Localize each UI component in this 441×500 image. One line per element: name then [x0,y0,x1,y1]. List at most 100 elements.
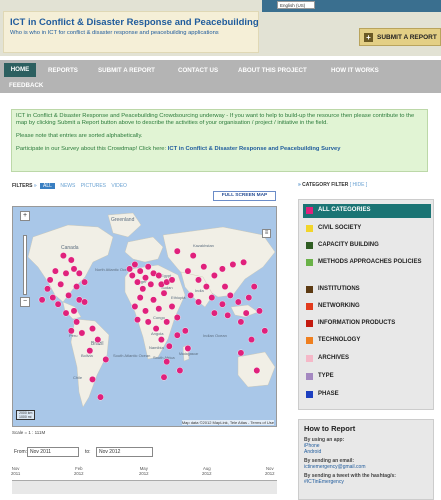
map-marker[interactable] [57,280,65,288]
nav-contact-us[interactable]: CONTACT US [178,67,218,74]
category-phase[interactable]: PHASE [303,388,431,402]
category-type[interactable]: TYPE [303,370,431,384]
map-marker[interactable] [173,314,181,321]
map-marker[interactable] [226,292,234,299]
map-marker[interactable] [38,296,46,304]
nav-submit-report[interactable]: SUBMIT A REPORT [98,67,155,74]
map-marker[interactable] [67,256,75,264]
map-marker[interactable] [229,261,237,268]
category-all-categories[interactable]: ALL CATEGORIES [303,204,431,218]
map-marker[interactable] [200,263,208,271]
map-marker[interactable] [94,336,102,344]
map-marker[interactable] [81,298,89,306]
survey-link[interactable]: ICT in Conflict & Disaster Response and … [168,146,341,152]
nav-reports[interactable]: REPORTS [48,67,78,74]
map-marker[interactable] [173,331,181,339]
filter-all[interactable]: ALL [40,183,55,189]
map-marker[interactable] [253,367,261,374]
map-marker[interactable] [157,336,165,344]
map-marker[interactable] [237,318,245,326]
zoom-out-button[interactable]: − [20,297,30,307]
nav-about-project[interactable]: ABOUT THIS PROJECT [238,67,307,74]
map-marker[interactable] [184,267,192,275]
map-marker[interactable] [52,267,59,275]
nav-feedback[interactable]: FEEDBACK [9,82,43,89]
map-marker[interactable] [163,358,171,366]
map-marker[interactable] [242,309,250,317]
android-link[interactable]: Android [304,449,428,455]
map-marker[interactable] [168,276,176,284]
map-marker[interactable] [245,294,253,302]
map-marker[interactable] [147,280,155,288]
map-marker[interactable] [44,285,51,293]
filter-video[interactable]: VIDEO [111,183,127,189]
category-networking[interactable]: NETWORKING [303,300,431,314]
layer-switcher-icon[interactable]: ≡ [262,229,271,238]
category-hide-toggle[interactable]: [ HIDE ] [350,182,368,188]
map-marker[interactable] [139,285,147,293]
map-marker[interactable] [128,272,136,279]
map-marker[interactable] [89,375,96,383]
map-marker[interactable] [184,344,192,352]
map-marker[interactable] [165,342,173,350]
world-map[interactable]: Greenland Canada North Atlantic Ocean Br… [12,206,277,427]
map-marker[interactable] [240,258,248,266]
map-marker[interactable] [173,247,181,255]
map-marker[interactable] [224,311,232,319]
map-marker[interactable] [181,327,189,335]
language-select[interactable]: English (US) [277,1,315,9]
map-marker[interactable] [189,252,197,259]
filter-news[interactable]: NEWS [60,183,75,189]
map-marker[interactable] [163,318,171,326]
map-marker[interactable] [152,325,160,333]
map-marker[interactable] [168,303,176,310]
map-marker[interactable] [136,267,144,275]
map-marker[interactable] [70,265,78,273]
map-marker[interactable] [65,292,72,299]
map-marker[interactable] [134,316,141,324]
map-marker[interactable] [176,367,184,374]
map-marker[interactable] [237,349,245,357]
map-marker[interactable] [70,307,78,315]
category-capacity-building[interactable]: CAPACITY BUILDING [303,239,431,253]
map-marker[interactable] [187,292,195,299]
timeline[interactable]: Nov 2011 Feb 2012 May 2012 Aug 2012 Nov 2012 [11,462,277,500]
map-marker[interactable] [60,252,67,259]
map-marker[interactable] [155,272,163,279]
map-marker[interactable] [210,272,218,279]
map-marker[interactable] [202,283,210,291]
map-marker[interactable] [46,276,54,284]
map-marker[interactable] [102,356,110,363]
map-marker[interactable] [73,318,80,326]
zoom-in-button[interactable]: + [20,211,30,221]
from-date-select[interactable]: Nov 2011 [27,447,79,457]
email-link[interactable]: ictinemergency@gmail.com [304,464,428,470]
to-date-select[interactable]: Nov 2012 [96,447,153,457]
category-methods-approaches-policies[interactable]: METHODS APPROACHES POLICIES [303,256,431,276]
map-marker[interactable] [89,325,96,333]
site-title[interactable]: ICT in Conflict & Disaster Response and … [10,17,259,28]
map-marker[interactable] [210,309,218,317]
full-screen-map-button[interactable]: FULL SCREEN MAP [213,191,276,201]
map-marker[interactable] [248,336,255,344]
map-marker[interactable] [62,309,70,317]
map-marker[interactable] [261,327,269,335]
map-marker[interactable] [62,269,70,277]
map-marker[interactable] [144,318,152,326]
nav-home[interactable]: HOME [4,63,36,77]
map-marker[interactable] [131,261,139,268]
map-marker[interactable] [134,278,141,286]
submit-report-button[interactable]: + SUBMIT A REPORT [359,28,441,46]
map-marker[interactable] [256,307,263,315]
map-marker[interactable] [97,393,104,401]
map-marker[interactable] [160,289,168,297]
category-civil-society[interactable]: CIVIL SOCIETY [303,222,431,236]
map-marker[interactable] [81,278,89,286]
map-marker[interactable] [131,303,139,310]
map-marker[interactable] [54,300,62,308]
map-marker[interactable] [195,276,202,284]
map-marker[interactable] [218,265,226,273]
map-marker[interactable] [208,294,216,302]
map-marker[interactable] [78,329,86,337]
zoom-slider[interactable] [23,235,27,295]
